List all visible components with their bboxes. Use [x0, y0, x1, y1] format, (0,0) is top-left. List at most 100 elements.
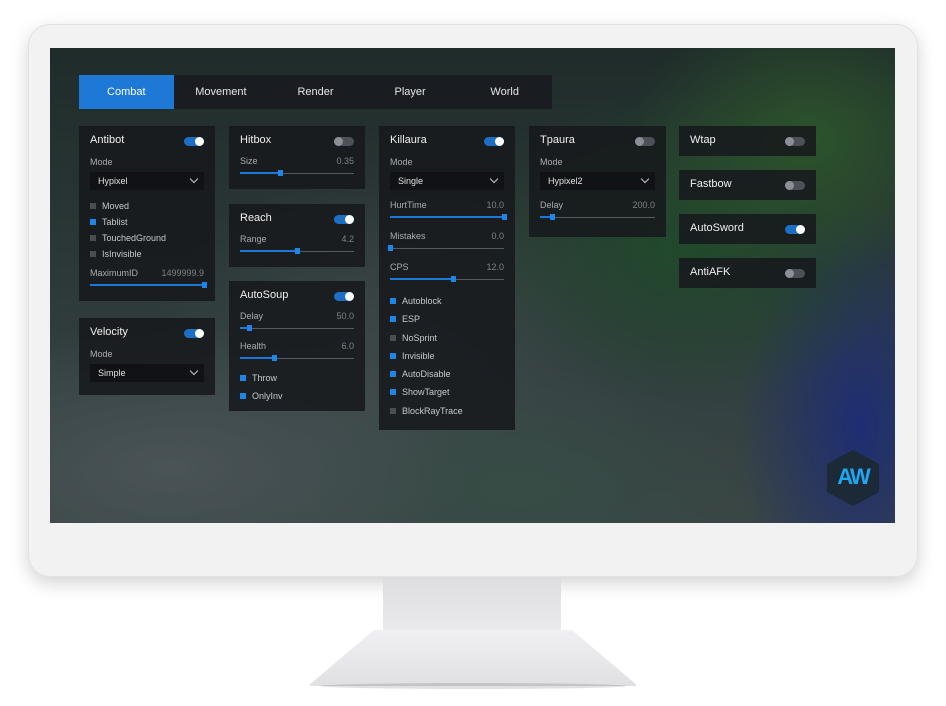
health-slider[interactable]: [240, 353, 354, 365]
option-label: ShowTarget: [402, 387, 450, 398]
autosoup-title: AutoSoup: [240, 289, 289, 301]
autosoup-option-onlyinv[interactable]: OnlyInv: [240, 387, 354, 405]
reach-title: Reach: [240, 212, 272, 224]
fastbow-title: Fastbow: [690, 178, 732, 190]
option-label: Autoblock: [402, 296, 442, 306]
cps-slider[interactable]: [390, 274, 504, 286]
range-slider[interactable]: [240, 246, 354, 258]
antiafk-toggle[interactable]: [785, 269, 805, 278]
killaura-toggle[interactable]: [484, 137, 504, 146]
tpaura-title: Tpaura: [540, 134, 575, 146]
mistakes-value: 0.0: [491, 231, 504, 241]
chevron-down-icon: [489, 174, 499, 184]
maxid-label: MaximumID: [90, 268, 139, 278]
cps-value: 12.0: [486, 262, 504, 272]
maxid-slider[interactable]: [90, 280, 207, 292]
tab-player[interactable]: Player: [363, 75, 458, 109]
tpaura-toggle[interactable]: [635, 137, 655, 146]
antibot-option-tablist[interactable]: Tablist: [90, 214, 204, 230]
autosword-title: AutoSword: [690, 222, 744, 234]
fastbow-toggle[interactable]: [785, 181, 805, 190]
option-label: NoSprint: [402, 332, 438, 343]
tpaura-mode-select[interactable]: Hypixel2: [540, 172, 655, 190]
antibot-mode-select[interactable]: Hypixel: [90, 172, 204, 190]
killaura-option-showtarget[interactable]: ShowTarget: [390, 383, 504, 401]
velocity-mode-select[interactable]: Simple: [90, 364, 204, 382]
wtap-title: Wtap: [690, 134, 716, 146]
killaura-option-invisible[interactable]: Invisible: [390, 347, 504, 365]
wtap-panel: Wtap: [679, 126, 816, 156]
killaura-option-autodisable[interactable]: AutoDisable: [390, 365, 504, 383]
killaura-option-autoblock[interactable]: Autoblock: [390, 292, 504, 310]
range-label: Range: [240, 234, 267, 244]
velocity-toggle[interactable]: [184, 329, 204, 338]
antibot-option-moved[interactable]: Moved: [90, 198, 204, 214]
tpaura-panel: Tpaura Mode Hypixel2 Delay 200.0: [529, 126, 666, 237]
checkbox-icon: [390, 298, 396, 304]
health-label: Health: [240, 341, 267, 351]
antibot-title: Antibot: [90, 134, 125, 146]
antiafk-title: AntiAFK: [690, 266, 731, 278]
tab-render[interactable]: Render: [268, 75, 363, 109]
chevron-down-icon: [189, 174, 199, 184]
killaura-mode-select[interactable]: Single: [390, 172, 504, 190]
delay-label: Delay: [240, 311, 264, 321]
tpaura-mode-value: Hypixel2: [548, 176, 583, 186]
antibot-toggle[interactable]: [184, 137, 204, 146]
size-header: Size 0.35: [240, 154, 354, 168]
hitbox-panel: Hitbox Size 0.35: [229, 126, 365, 189]
autosoup-panel: AutoSoup Delay 50.0 Health 6.0 Throw Onl…: [229, 281, 365, 411]
mistakes-slider[interactable]: [388, 243, 504, 255]
antibot-option-touchedground[interactable]: TouchedGround: [90, 230, 204, 246]
reach-toggle[interactable]: [334, 215, 354, 224]
hurttime-header: HurtTime 10.0: [390, 198, 504, 212]
tpaura-delay-header: Delay 200.0: [540, 198, 655, 212]
option-label: BlockRayTrace: [402, 405, 463, 416]
autosword-panel: AutoSword: [679, 214, 816, 244]
hitbox-toggle[interactable]: [334, 137, 354, 146]
category-tabs: Combat Movement Render Player World: [79, 75, 552, 109]
antiafk-panel: AntiAFK: [679, 258, 816, 288]
tab-combat[interactable]: Combat: [79, 75, 174, 109]
antibot-option-isinvisible[interactable]: IsInvisible: [90, 246, 204, 262]
range-value: 4.2: [341, 234, 354, 244]
hurttime-slider[interactable]: [390, 212, 507, 224]
option-label: Moved: [102, 201, 130, 211]
delay-slider[interactable]: [240, 323, 354, 335]
health-value: 6.0: [341, 341, 354, 351]
range-header: Range 4.2: [240, 232, 354, 246]
mistakes-header: Mistakes 0.0: [390, 229, 504, 243]
killaura-mode-value: Single: [398, 176, 424, 186]
size-slider[interactable]: [240, 168, 354, 180]
hurttime-label: HurtTime: [390, 200, 427, 210]
size-value: 0.35: [336, 156, 354, 166]
autosoup-toggle[interactable]: [334, 292, 354, 301]
option-label: ESP: [402, 314, 421, 325]
option-label: Tablist: [102, 217, 128, 227]
maxid-value: 1499999.9: [161, 268, 204, 278]
fastbow-panel: Fastbow: [679, 170, 816, 200]
size-label: Size: [240, 156, 258, 166]
monitor-stand-base: [308, 630, 638, 686]
checkbox-icon: [90, 251, 96, 257]
option-label: IsInvisible: [102, 249, 142, 259]
tab-movement[interactable]: Movement: [174, 75, 269, 109]
killaura-option-esp[interactable]: ESP: [390, 310, 504, 328]
mistakes-label: Mistakes: [390, 231, 426, 241]
tpaura-delay-slider[interactable]: [540, 212, 655, 224]
checkbox-icon: [90, 235, 96, 241]
game-screen: Combat Movement Render Player World Anti…: [50, 48, 895, 523]
checkbox-icon: [390, 352, 396, 359]
killaura-option-nosprint[interactable]: NoSprint: [390, 329, 504, 347]
tab-world[interactable]: World: [457, 75, 552, 109]
autosoup-option-throw[interactable]: Throw: [240, 369, 354, 387]
delay-header: Delay 50.0: [240, 309, 354, 323]
autosword-toggle[interactable]: [785, 225, 805, 234]
option-label: AutoDisable: [402, 369, 451, 380]
cps-header: CPS 12.0: [390, 260, 504, 274]
checkbox-icon: [240, 393, 246, 399]
wtap-toggle[interactable]: [785, 137, 805, 146]
velocity-panel: Velocity Mode Simple: [79, 318, 215, 395]
killaura-panel: Killaura Mode Single HurtTime 10.0 Mista…: [379, 126, 515, 430]
killaura-option-blockraytrace[interactable]: BlockRayTrace: [390, 402, 504, 420]
